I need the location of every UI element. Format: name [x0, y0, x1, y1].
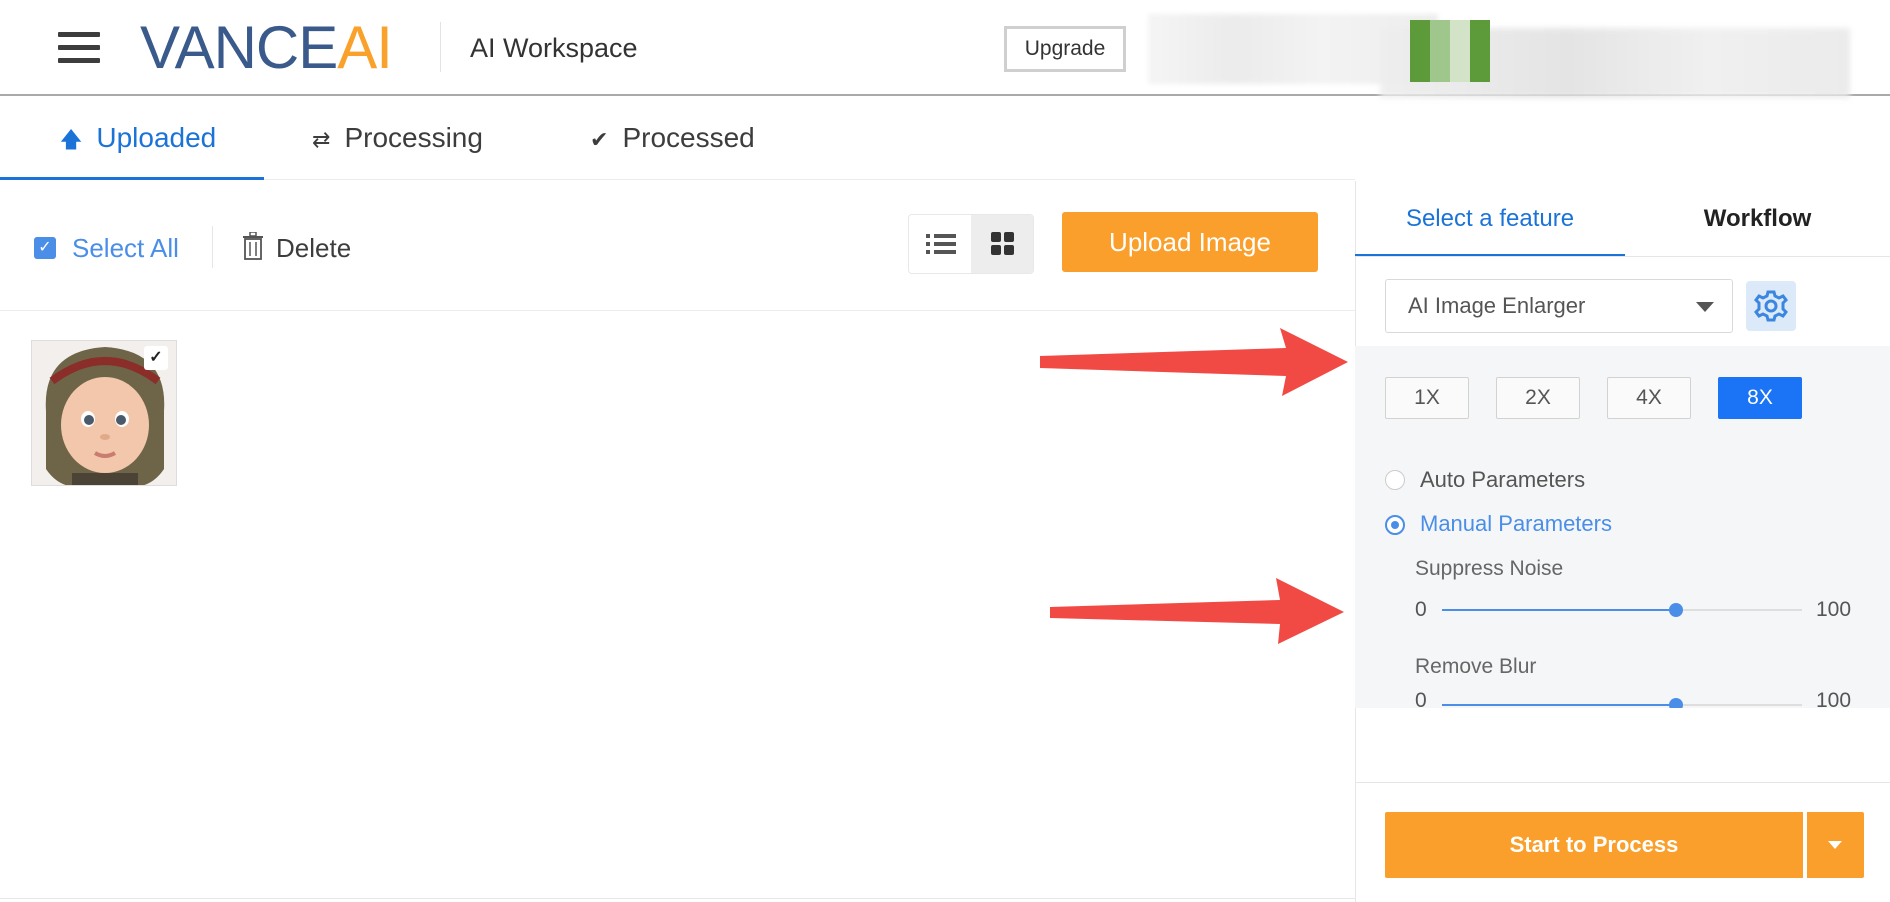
suppress-noise-fill: [1442, 609, 1676, 611]
avatar[interactable]: [1410, 20, 1490, 82]
tab-processed[interactable]: ✔ Processed: [590, 96, 755, 180]
suppress-noise-label: Suppress Noise: [1415, 557, 1564, 580]
select-all-checkbox[interactable]: ✓: [34, 237, 56, 259]
logo-text-vance: VANCE: [140, 14, 338, 81]
panel-footer-divider: [1355, 782, 1890, 783]
annotation-arrow-bottom: [1050, 578, 1344, 644]
remove-blur-handle[interactable]: [1669, 698, 1683, 708]
view-toggle: [908, 214, 1034, 274]
tab-uploaded[interactable]: 🡅 Uploaded: [0, 96, 264, 180]
header-divider: [440, 22, 441, 72]
grid-view-button[interactable]: [971, 215, 1033, 273]
remove-blur-min: 0: [1415, 690, 1427, 708]
scale-8x-button[interactable]: 8X: [1718, 377, 1802, 419]
start-options-dropdown[interactable]: [1807, 812, 1864, 878]
suppress-noise-handle[interactable]: [1669, 603, 1683, 617]
suppress-noise-max: 100: [1816, 598, 1852, 621]
refresh-icon: ⇄: [312, 127, 331, 152]
start-to-process-button[interactable]: Start to Process: [1385, 812, 1803, 878]
thumbnail-checkbox[interactable]: ✓: [144, 346, 168, 370]
annotation-arrow-top: [1040, 328, 1348, 396]
remove-blur-max: 100: [1816, 690, 1852, 708]
grid-icon: [991, 232, 1014, 255]
remove-blur-fill: [1442, 704, 1676, 706]
feature-dropdown-value: AI Image Enlarger: [1408, 293, 1586, 318]
menu-icon[interactable]: [58, 28, 100, 66]
gear-icon: [1754, 290, 1788, 322]
list-view-button[interactable]: [909, 215, 971, 273]
workspace-title: AI Workspace: [470, 33, 638, 63]
scale-4x-button[interactable]: 4X: [1607, 377, 1691, 419]
select-all-label[interactable]: Select All: [72, 228, 179, 268]
check-circle-icon: ✔: [590, 127, 609, 152]
auto-parameters-label[interactable]: Auto Parameters: [1420, 465, 1585, 495]
upload-arrow-icon: 🡅: [59, 127, 83, 152]
tab-workflow[interactable]: Workflow: [1625, 181, 1890, 257]
manual-parameters-label[interactable]: Manual Parameters: [1420, 509, 1612, 539]
scale-1x-button[interactable]: 1X: [1385, 377, 1469, 419]
auto-parameters-radio[interactable]: [1385, 470, 1405, 490]
tab-uploaded-label: Uploaded: [96, 122, 217, 153]
upgrade-button[interactable]: Upgrade: [1004, 26, 1126, 72]
scale-2x-button[interactable]: 2X: [1496, 377, 1580, 419]
chevron-down-icon: [1696, 302, 1714, 312]
remove-blur-row-clip: 0 100: [1355, 690, 1890, 708]
suppress-noise-min: 0: [1415, 598, 1427, 621]
tab-processing[interactable]: ⇄ Processing: [312, 96, 483, 180]
tab-processed-label: Processed: [622, 122, 755, 153]
toolbar-divider: [212, 226, 213, 268]
remove-blur-label: Remove Blur: [1415, 655, 1537, 678]
feature-dropdown[interactable]: AI Image Enlarger: [1385, 279, 1733, 333]
logo-text-ai: AI: [337, 14, 393, 81]
trash-icon[interactable]: [242, 232, 264, 260]
delete-button[interactable]: Delete: [276, 228, 351, 268]
manual-parameters-radio[interactable]: [1385, 515, 1405, 535]
tab-select-feature[interactable]: Select a feature: [1355, 181, 1625, 257]
settings-button[interactable]: [1746, 281, 1796, 331]
list-icon: [926, 234, 956, 254]
tab-processing-label: Processing: [344, 122, 483, 153]
panel-tab-divider: [1355, 256, 1890, 257]
vance-ai-logo[interactable]: VANCEAI: [140, 18, 393, 78]
upload-image-button[interactable]: Upload Image: [1062, 212, 1318, 272]
content-bottom-border: [0, 898, 1355, 899]
